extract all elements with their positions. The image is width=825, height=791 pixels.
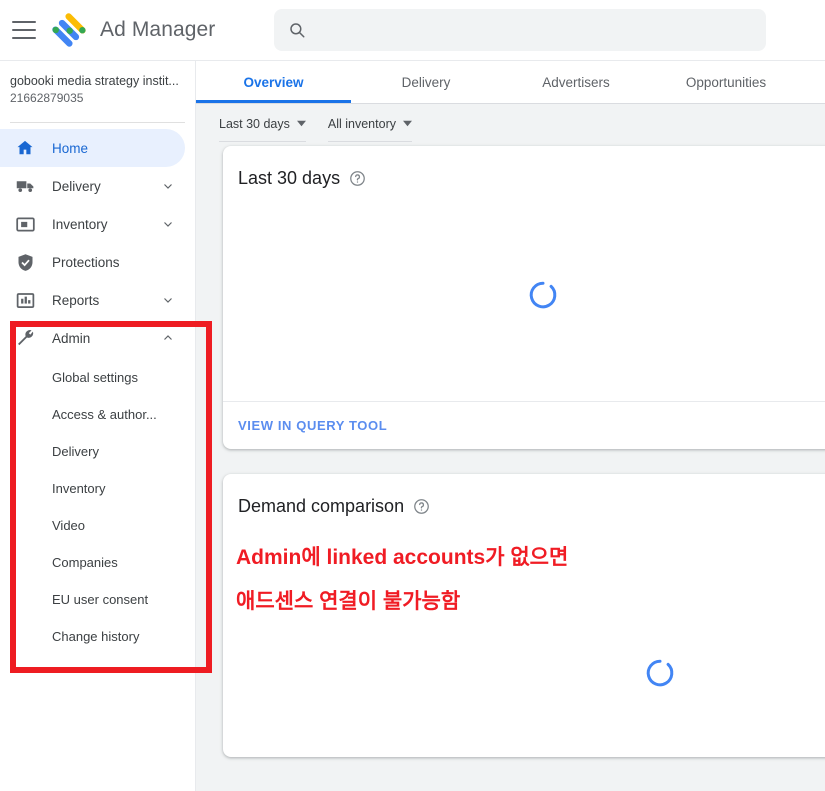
submenu-item-global-settings[interactable]: Global settings: [0, 359, 195, 396]
chevron-up-icon[interactable]: [161, 331, 175, 345]
sidebar-nav: Home Delivery Inventory Protections Repo…: [0, 123, 195, 655]
tab-label: Delivery: [401, 74, 451, 90]
tab-label: Advertisers: [542, 74, 610, 90]
sidebar-item-reports[interactable]: Reports: [0, 281, 185, 319]
annotation-line-2: 애드센스 연결이 불가능함: [236, 590, 461, 613]
tab-bar: Overview Delivery Advertisers Opportunit…: [196, 61, 825, 104]
hamburger-menu-icon[interactable]: [12, 21, 36, 39]
top-app-bar: Ad Manager: [0, 0, 825, 61]
sidebar: gobooki media strategy instit... 2166287…: [0, 61, 196, 791]
search-input[interactable]: [316, 9, 766, 51]
shield-check-icon: [14, 251, 36, 273]
chevron-down-icon[interactable]: [161, 293, 175, 307]
loading-spinner-icon: [645, 658, 675, 688]
card-last-30-days: Last 30 days VIEW IN QUERY TOOL: [223, 146, 825, 449]
tab-label: Opportunities: [685, 74, 767, 90]
filter-inventory[interactable]: All inventory: [327, 109, 412, 142]
page-title: Ad Manager: [100, 18, 216, 41]
sidebar-item-label: Reports: [52, 292, 100, 308]
card-title: Last 30 days: [238, 168, 341, 188]
bar-chart-icon: [14, 289, 36, 311]
tab-advertisers[interactable]: Advertisers: [501, 61, 651, 103]
tab-overview[interactable]: Overview: [196, 61, 351, 103]
wrench-icon: [14, 327, 36, 349]
help-circle-icon[interactable]: [413, 498, 430, 515]
sidebar-item-home[interactable]: Home: [0, 129, 185, 167]
search-bar[interactable]: [274, 9, 766, 51]
tab-opportunities[interactable]: Opportunities: [651, 61, 801, 103]
sidebar-item-admin[interactable]: Admin: [0, 319, 185, 357]
submenu-item-inventory[interactable]: Inventory: [0, 470, 195, 507]
filter-bar: Last 30 days All inventory: [196, 104, 825, 146]
ad-manager-app: Ad Manager gobooki media strategy instit…: [0, 0, 825, 791]
chevron-down-icon[interactable]: [161, 217, 175, 231]
korean-annotation-text: Admin에 linked accounts가 없으면 애드센스 연결이 불가능…: [236, 536, 568, 624]
account-id: 21662879035: [10, 91, 84, 105]
chevron-down-icon: [402, 115, 412, 133]
card-header: Demand comparison: [223, 474, 825, 517]
tab-label: Overview: [243, 74, 304, 90]
filter-label: All inventory: [327, 116, 396, 131]
submenu-item-access-authorization[interactable]: Access & author...: [0, 396, 195, 433]
tab-delivery[interactable]: Delivery: [351, 61, 501, 103]
sidebar-item-label: Delivery: [52, 178, 101, 194]
sidebar-item-label: Inventory: [52, 216, 108, 232]
sidebar-item-delivery[interactable]: Delivery: [0, 167, 185, 205]
card-title: Demand comparison: [238, 496, 405, 516]
sidebar-item-inventory[interactable]: Inventory: [0, 205, 185, 243]
sidebar-item-label: Protections: [52, 254, 120, 270]
account-name: gobooki media strategy instit...: [10, 74, 179, 88]
account-block[interactable]: gobooki media strategy instit... 2166287…: [0, 61, 195, 116]
home-icon: [14, 137, 36, 159]
sidebar-item-label: Home: [52, 140, 89, 156]
truck-icon: [14, 175, 36, 197]
filter-date-range[interactable]: Last 30 days: [219, 109, 306, 142]
annotation-line-1: Admin에 linked accounts가 없으면: [236, 546, 569, 569]
help-circle-icon[interactable]: [349, 170, 366, 187]
ad-unit-icon: [14, 213, 36, 235]
view-in-query-tool-link[interactable]: VIEW IN QUERY TOOL: [238, 418, 387, 433]
card-demand-comparison: Demand comparison Admin에 linked accounts…: [223, 474, 825, 757]
sidebar-item-protections[interactable]: Protections: [0, 243, 185, 281]
submenu-item-eu-user-consent[interactable]: EU user consent: [0, 581, 195, 618]
submenu-item-video[interactable]: Video: [0, 507, 195, 544]
card-loading-area: [223, 189, 825, 401]
filter-label: Last 30 days: [219, 116, 290, 131]
submenu-item-change-history[interactable]: Change history: [0, 618, 195, 655]
google-ad-manager-logo: [50, 11, 88, 49]
submenu-item-companies[interactable]: Companies: [0, 544, 195, 581]
card-list: Last 30 days VIEW IN QUERY TOOL Demand c…: [196, 146, 825, 757]
sidebar-item-label: Admin: [52, 330, 91, 346]
loading-spinner-icon: [528, 280, 558, 310]
card-header: Last 30 days: [223, 146, 825, 189]
submenu-item-delivery[interactable]: Delivery: [0, 433, 195, 470]
chevron-down-icon[interactable]: [161, 179, 175, 193]
main-content: Overview Delivery Advertisers Opportunit…: [196, 61, 825, 791]
chevron-down-icon: [296, 115, 306, 133]
search-icon: [288, 21, 306, 39]
card-footer: VIEW IN QUERY TOOL: [223, 401, 825, 449]
admin-submenu: Global settings Access & author... Deliv…: [0, 357, 195, 655]
